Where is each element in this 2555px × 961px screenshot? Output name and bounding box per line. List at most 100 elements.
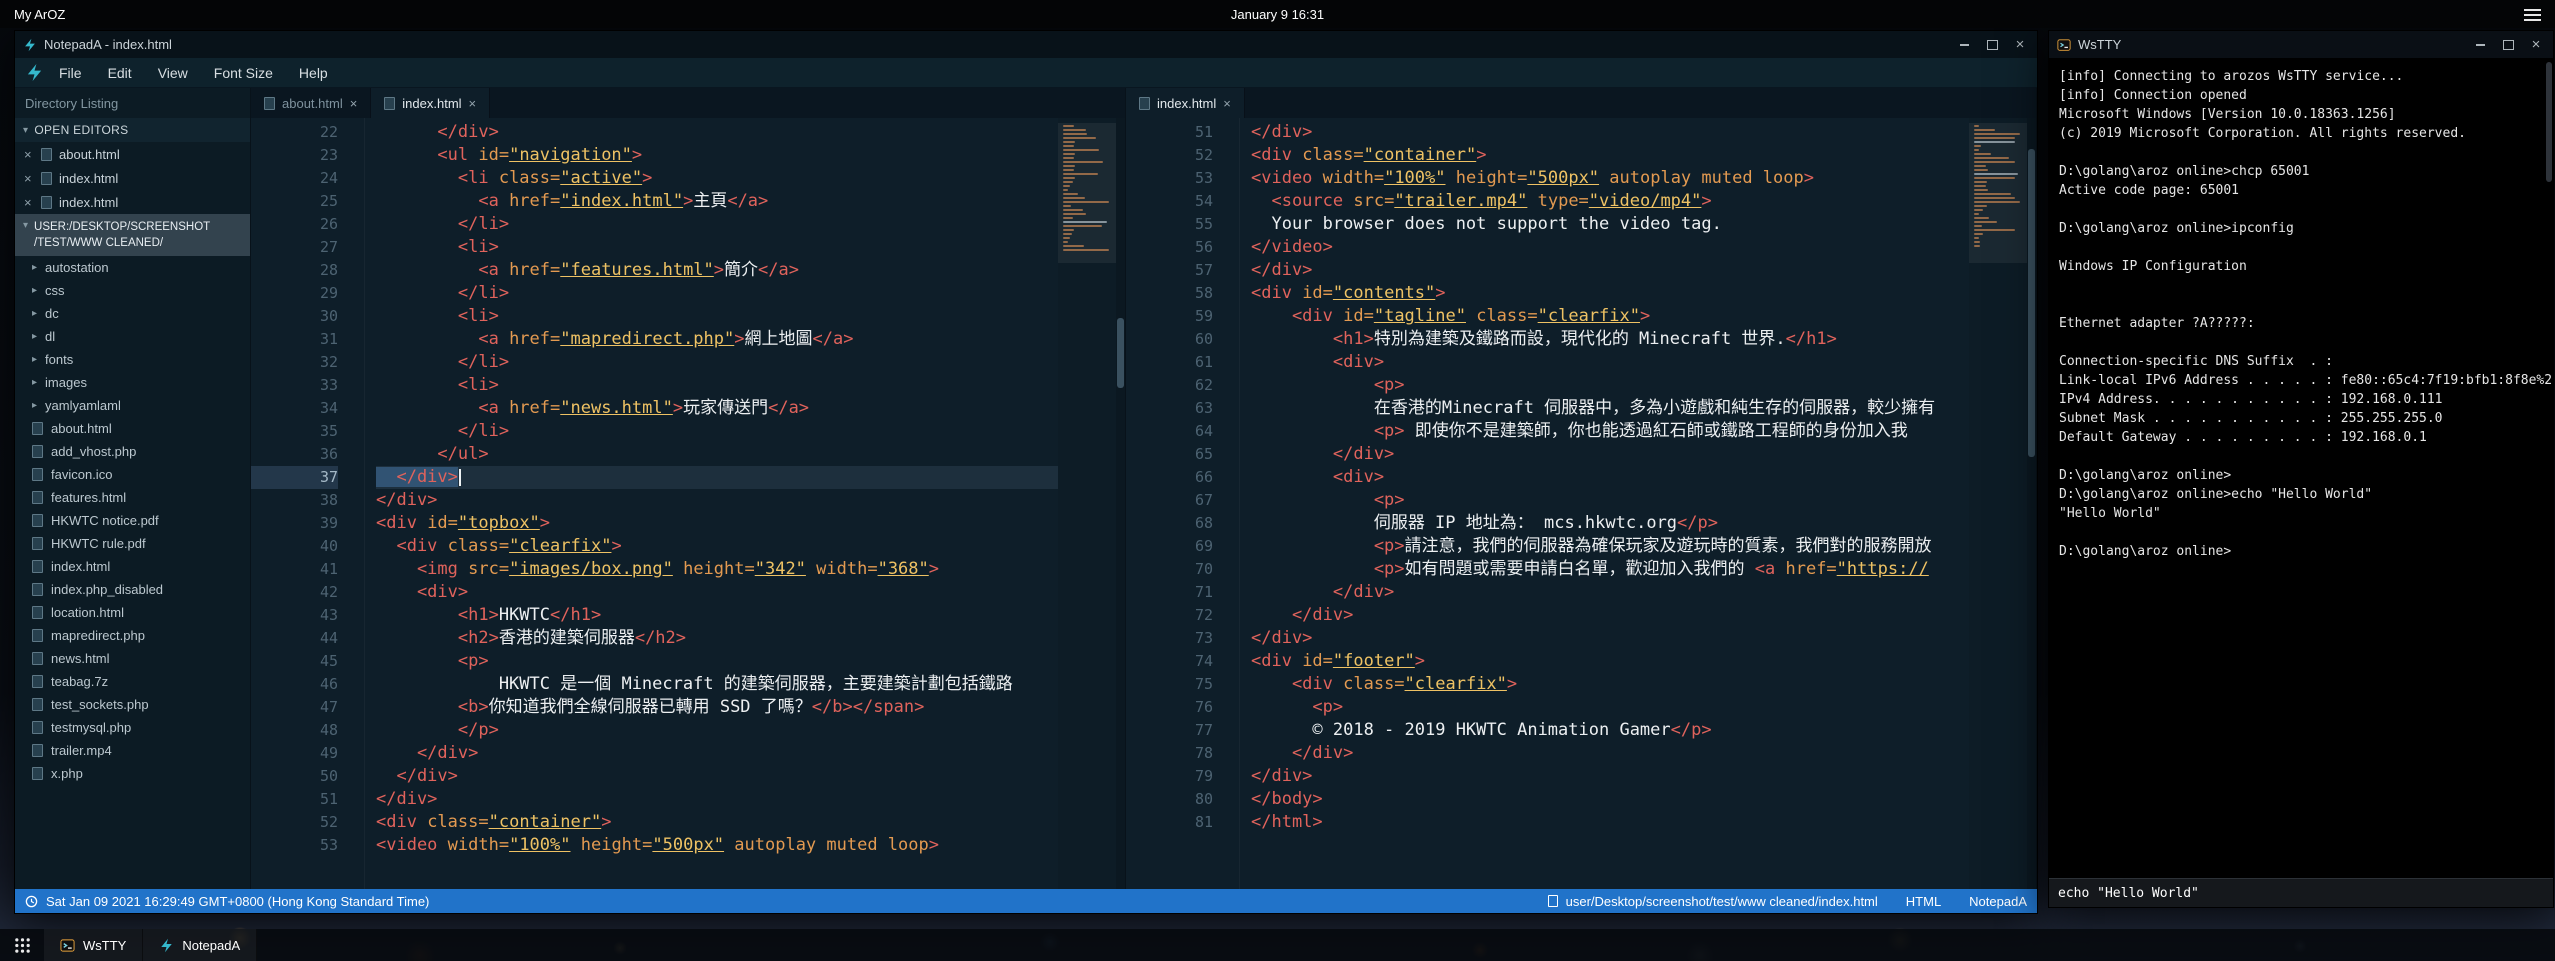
tree-file-item[interactable]: HKWTC notice.pdf xyxy=(15,509,250,532)
tree-folder-item[interactable]: ▸autostation xyxy=(15,256,250,279)
code-line[interactable]: © 2018 - 2019 HKWTC Animation Gamer</p> xyxy=(1251,719,1969,742)
code-line[interactable]: </li> xyxy=(376,213,1058,236)
tree-folder-item[interactable]: ▸dl xyxy=(15,325,250,348)
code-line[interactable]: </div> xyxy=(1251,259,1969,282)
code-line[interactable]: <div id="tagline" class="clearfix"> xyxy=(1251,305,1969,328)
editor-tab-index.html[interactable]: index.html× xyxy=(1126,88,1245,118)
menu-item-font-size[interactable]: Font Size xyxy=(201,61,286,85)
tree-file-item[interactable]: HKWTC rule.pdf xyxy=(15,532,250,555)
code-line[interactable]: <p>如有問題或需要申請白名單，歡迎加入我們的 <a href="https:/… xyxy=(1251,558,1969,581)
close-file-icon[interactable]: × xyxy=(24,195,34,210)
left-code-area[interactable]: </div> <ul id="navigation"> <li class="a… xyxy=(365,118,1058,889)
code-line[interactable]: </p> xyxy=(376,719,1058,742)
code-line[interactable]: </div> xyxy=(1251,443,1969,466)
code-line[interactable]: <h2>香港的建築伺服器</h2> xyxy=(376,627,1058,650)
menu-item-file[interactable]: File xyxy=(46,61,95,85)
code-line[interactable]: <a href="features.html">簡介</a> xyxy=(376,259,1058,282)
tab-close-icon[interactable]: × xyxy=(1223,96,1231,111)
code-line[interactable]: <div id="contents"> xyxy=(1251,282,1969,305)
code-line[interactable]: </div> xyxy=(1251,581,1969,604)
code-line[interactable]: </video> xyxy=(1251,236,1969,259)
code-line[interactable]: </div> xyxy=(376,466,1058,489)
tree-folder-item[interactable]: ▸yamlyamlaml xyxy=(15,394,250,417)
wstty-titlebar[interactable]: WsTTY × xyxy=(2049,31,2553,58)
code-line[interactable]: <video width="100%" height="500px" autop… xyxy=(1251,167,1969,190)
statusbar-language-mode[interactable]: HTML xyxy=(1906,894,1941,909)
code-line[interactable]: </div> xyxy=(376,121,1058,144)
code-line[interactable]: </div> xyxy=(376,742,1058,765)
code-line[interactable]: <b>你知道我們全線伺服器已轉用 SSD 了嗎？</b></span> xyxy=(376,696,1058,719)
code-line[interactable]: <a href="index.html">主頁</a> xyxy=(376,190,1058,213)
right-minimap[interactable] xyxy=(1969,118,2027,889)
code-line[interactable]: <div class="clearfix"> xyxy=(1251,673,1969,696)
code-line[interactable]: </div> xyxy=(376,765,1058,788)
code-line[interactable]: Your browser does not support the video … xyxy=(1251,213,1969,236)
code-line[interactable]: <p> 即使你不是建築師，你也能透過紅石師或鐵路工程師的身份加入我 xyxy=(1251,420,1969,443)
code-line[interactable]: <div> xyxy=(1251,466,1969,489)
code-line[interactable]: </div> xyxy=(376,788,1058,811)
code-line[interactable]: <a href="mapredirect.php">網上地圖</a> xyxy=(376,328,1058,351)
tab-close-icon[interactable]: × xyxy=(350,96,358,111)
tree-folder-item[interactable]: ▸fonts xyxy=(15,348,250,371)
tree-folder-item[interactable]: ▸css xyxy=(15,279,250,302)
left-minimap[interactable] xyxy=(1058,118,1116,889)
open-editor-item[interactable]: ×index.html xyxy=(15,190,250,214)
terminal-scrollbar[interactable] xyxy=(2546,62,2552,182)
notepada-close-button[interactable]: × xyxy=(2011,38,2029,52)
wstty-minimize-button[interactable] xyxy=(2471,38,2489,52)
code-line[interactable]: </li> xyxy=(376,282,1058,305)
code-line[interactable]: HKWTC 是一個 Minecraft 的建築伺服器，主要建築計劃包括鐵路 xyxy=(376,673,1058,696)
code-line[interactable]: <div id="topbox"> xyxy=(376,512,1058,535)
tree-file-item[interactable]: index.html xyxy=(15,555,250,578)
code-line[interactable]: <li class="active"> xyxy=(376,167,1058,190)
code-line[interactable]: <p>請注意，我們的伺服器為確保玩家及遊玩時的質素，我們對的服務開放 xyxy=(1251,535,1969,558)
menu-item-help[interactable]: Help xyxy=(286,61,341,85)
code-line[interactable]: </div> xyxy=(1251,627,1969,650)
code-line[interactable]: </html> xyxy=(1251,811,1969,834)
code-line[interactable]: <p> xyxy=(1251,696,1969,719)
tree-file-item[interactable]: x.php xyxy=(15,762,250,785)
tree-file-item[interactable]: index.php_disabled xyxy=(15,578,250,601)
tree-file-item[interactable]: location.html xyxy=(15,601,250,624)
code-line[interactable]: <h1>特別為建築及鐵路而設，現代化的 Minecraft 世界.</h1> xyxy=(1251,328,1969,351)
left-scrollbar[interactable] xyxy=(1116,118,1125,889)
wstty-maximize-button[interactable] xyxy=(2499,38,2517,52)
code-line[interactable]: <div class="container"> xyxy=(376,811,1058,834)
tree-file-item[interactable]: mapredirect.php xyxy=(15,624,250,647)
taskbar-item-wstty[interactable]: WsTTY xyxy=(44,929,143,961)
tree-root-item[interactable]: ▾ USER:/DESKTOP/SCREENSHOT/TEST/WWW CLEA… xyxy=(15,214,250,256)
code-line[interactable]: </div> xyxy=(1251,742,1969,765)
code-line[interactable]: </body> xyxy=(1251,788,1969,811)
taskbar-item-notepada[interactable]: NotepadA xyxy=(143,929,257,961)
scrollbar-thumb[interactable] xyxy=(2028,149,2035,457)
tree-folder-item[interactable]: ▸images xyxy=(15,371,250,394)
notepada-maximize-button[interactable] xyxy=(1983,38,2001,52)
code-line[interactable]: <li> xyxy=(376,305,1058,328)
editor-tab-about.html[interactable]: about.html× xyxy=(251,88,371,118)
menu-item-edit[interactable]: Edit xyxy=(95,61,145,85)
code-line[interactable]: <p> xyxy=(1251,374,1969,397)
code-line[interactable]: <img src="images/box.png" height="342" w… xyxy=(376,558,1058,581)
wstty-close-button[interactable]: × xyxy=(2527,38,2545,52)
tree-file-item[interactable]: add_vhost.php xyxy=(15,440,250,463)
code-line[interactable]: </li> xyxy=(376,420,1058,443)
close-file-icon[interactable]: × xyxy=(24,147,34,162)
code-line[interactable]: <p> xyxy=(1251,489,1969,512)
app-launcher-button[interactable] xyxy=(0,929,44,961)
notepada-titlebar[interactable]: NotepadA - index.html × xyxy=(15,31,2037,58)
code-line[interactable]: </div> xyxy=(1251,121,1969,144)
open-editor-item[interactable]: ×about.html xyxy=(15,142,250,166)
close-file-icon[interactable]: × xyxy=(24,171,34,186)
code-line[interactable]: </li> xyxy=(376,351,1058,374)
menu-item-view[interactable]: View xyxy=(145,61,201,85)
code-line[interactable]: <li> xyxy=(376,236,1058,259)
terminal-input[interactable] xyxy=(2058,886,2544,901)
scrollbar-thumb[interactable] xyxy=(1117,318,1124,387)
code-line[interactable]: <p> xyxy=(376,650,1058,673)
open-editor-item[interactable]: ×index.html xyxy=(15,166,250,190)
tree-file-item[interactable]: test_sockets.php xyxy=(15,693,250,716)
open-editors-header[interactable]: ▾ OPEN EDITORS xyxy=(15,118,250,142)
tab-close-icon[interactable]: × xyxy=(469,96,477,111)
tree-file-item[interactable]: about.html xyxy=(15,417,250,440)
right-scrollbar[interactable] xyxy=(2027,118,2036,889)
